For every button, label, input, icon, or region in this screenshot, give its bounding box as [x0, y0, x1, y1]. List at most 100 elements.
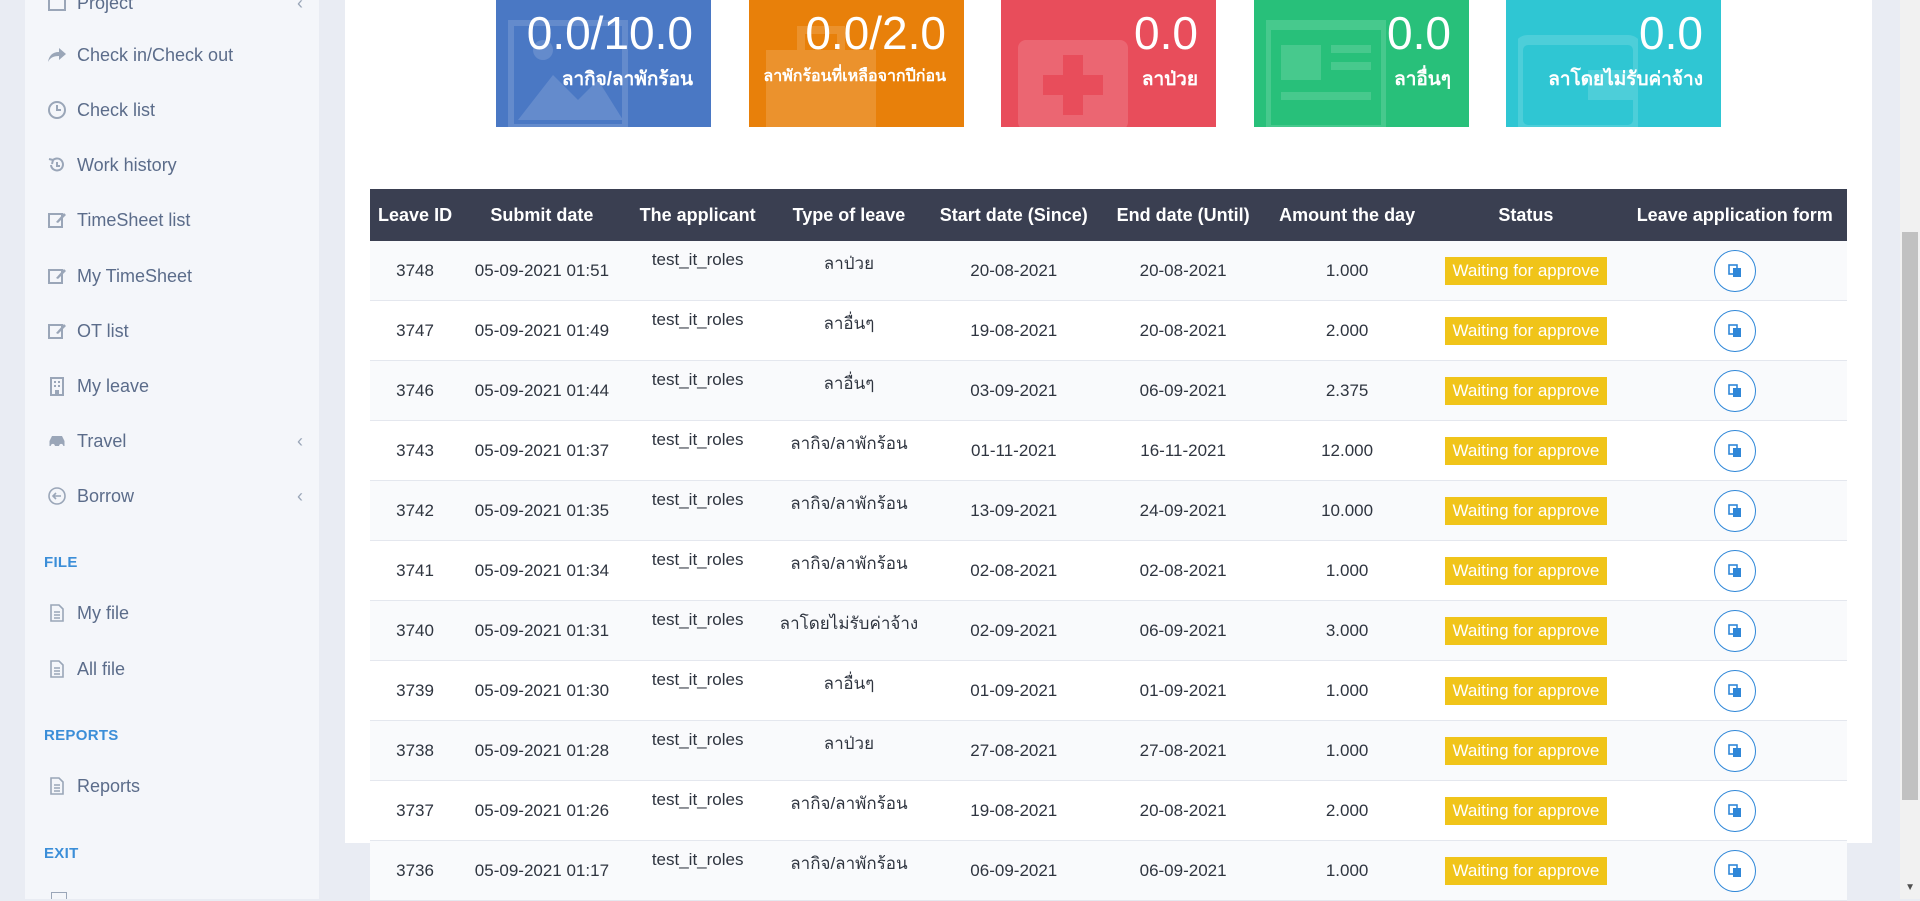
- leave-table: Leave ID Submit date The applicant Type …: [370, 189, 1847, 901]
- cell-id: 3748: [370, 241, 461, 301]
- copy-document-icon: [1727, 263, 1741, 277]
- column-header[interactable]: Type of leave: [772, 189, 927, 241]
- leave-form-button[interactable]: [1713, 429, 1756, 472]
- sidebar-item-check-list[interactable]: Check list: [45, 95, 155, 125]
- sidebar-item-reports[interactable]: Reports: [45, 771, 140, 801]
- copy-document-icon: [1727, 443, 1741, 457]
- leave-form-button[interactable]: [1713, 849, 1756, 892]
- cell-type: ลากิจ/ลาพักร้อน: [771, 540, 927, 601]
- column-header[interactable]: Amount the day: [1265, 189, 1429, 241]
- cell-applicant: test_it_roles: [623, 420, 772, 481]
- column-header[interactable]: Submit date: [460, 189, 624, 241]
- status-badge: Waiting for approve: [1444, 556, 1608, 585]
- status-badge: Waiting for approve: [1444, 496, 1608, 525]
- cell-start: 06-09-2021: [926, 840, 1102, 901]
- scrollbar-thumb[interactable]: [1902, 232, 1918, 800]
- cell-end: 02-08-2021: [1101, 540, 1265, 601]
- cell-submit: 05-09-2021 01:44: [460, 360, 624, 421]
- cell-id: 3736: [370, 840, 461, 901]
- cell-id: 3747: [370, 300, 461, 361]
- cell-status: Waiting for approve: [1429, 480, 1623, 541]
- copy-document-icon: [1727, 623, 1741, 637]
- leave-form-button[interactable]: [1713, 729, 1756, 772]
- section-title-reports: REPORTS: [44, 727, 119, 744]
- sidebar-item-all-file[interactable]: All file: [45, 654, 125, 684]
- leave-form-button[interactable]: [1713, 609, 1756, 652]
- sidebar-item-my-leave[interactable]: My leave: [45, 371, 149, 401]
- status-badge: Waiting for approve: [1444, 736, 1608, 765]
- leave-form-button[interactable]: [1713, 249, 1756, 292]
- edit-icon: [45, 319, 69, 343]
- section-title-exit: EXIT: [44, 845, 79, 862]
- sidebar-item-project[interactable]: Project ‹: [45, 0, 303, 18]
- card-value: 0.0: [1639, 7, 1703, 59]
- table-header-row: Leave ID Submit date The applicant Type …: [370, 189, 1847, 241]
- cell-amount: 1.000: [1264, 660, 1430, 721]
- leave-form-button[interactable]: [1713, 369, 1756, 412]
- leave-form-button[interactable]: [1713, 489, 1756, 532]
- cell-id: 3738: [370, 720, 461, 781]
- card-value: 0.0/2.0: [805, 7, 946, 59]
- copy-document-icon: [1727, 383, 1741, 397]
- sidebar-item-borrow[interactable]: Borrow ‹: [45, 481, 303, 511]
- cell-amount: 2.375: [1264, 360, 1430, 421]
- cell-start: 03-09-2021: [926, 360, 1102, 421]
- cell-submit: 05-09-2021 01:35: [460, 480, 624, 541]
- table-row: 3748 05-09-2021 01:51 test_it_roles ลาป่วย 2…: [370, 241, 1847, 301]
- cell-form: [1622, 360, 1847, 421]
- sidebar-item-label: Project: [77, 0, 134, 13]
- sidebar-item-timesheet-list[interactable]: TimeSheet list: [45, 205, 190, 235]
- leave-form-button[interactable]: [1713, 549, 1756, 592]
- sidebar-item-work-history[interactable]: Work history: [45, 150, 177, 180]
- sidebar-item-ot-list[interactable]: OT list: [45, 316, 129, 346]
- column-header[interactable]: Status: [1429, 189, 1622, 241]
- column-header[interactable]: Leave application form: [1622, 189, 1847, 241]
- column-header[interactable]: The applicant: [624, 189, 772, 241]
- column-header[interactable]: Leave ID: [370, 189, 460, 241]
- copy-document-icon: [1727, 323, 1741, 337]
- cell-form: [1622, 600, 1847, 661]
- cell-status: Waiting for approve: [1429, 840, 1623, 901]
- cell-submit: 05-09-2021 01:34: [460, 540, 624, 601]
- leave-form-button[interactable]: [1713, 669, 1756, 712]
- vertical-scrollbar[interactable]: ▼: [1900, 0, 1920, 899]
- column-header[interactable]: End date (Until): [1101, 189, 1265, 241]
- scroll-down-arrow-icon[interactable]: ▼: [1905, 882, 1915, 893]
- cell-start: 20-08-2021: [926, 241, 1102, 301]
- card-value: 0.0: [1387, 7, 1451, 59]
- card-sick-leave: 0.0 ลาป่วย: [1001, 0, 1216, 127]
- cell-form: [1622, 840, 1847, 901]
- cell-start: 27-08-2021: [926, 720, 1102, 781]
- leave-form-button[interactable]: [1713, 309, 1756, 352]
- status-badge: Waiting for approve: [1444, 796, 1608, 825]
- sidebar-item-label: OT list: [77, 320, 129, 341]
- cell-end: 20-08-2021: [1101, 780, 1265, 841]
- exit-icon: [51, 892, 67, 899]
- cell-form: [1622, 420, 1847, 481]
- card-unpaid-leave: 0.0 ลาโดยไม่รับค่าจ้าง: [1506, 0, 1721, 127]
- table-row: 3742 05-09-2021 01:35 test_it_roles ลากิจ/ล…: [370, 480, 1847, 541]
- table-row: 3741 05-09-2021 01:34 test_it_roles ลากิจ/ล…: [370, 540, 1847, 601]
- status-badge: Waiting for approve: [1444, 376, 1608, 405]
- cell-end: 06-09-2021: [1101, 840, 1265, 901]
- sidebar-item-check-in[interactable]: Check in/Check out: [45, 40, 233, 70]
- cell-applicant: test_it_roles: [623, 600, 772, 661]
- cell-id: 3739: [370, 660, 461, 721]
- status-badge: Waiting for approve: [1444, 616, 1608, 645]
- cell-form: [1622, 780, 1847, 841]
- card-other-leave: 0.0 ลาอื่นๆ: [1254, 0, 1469, 127]
- cell-applicant: test_it_roles: [623, 660, 772, 721]
- column-header[interactable]: Start date (Since): [926, 189, 1101, 241]
- edit-icon: [45, 264, 69, 288]
- chevron-left-icon: ‹: [297, 430, 303, 451]
- sidebar-item-label: My leave: [77, 375, 150, 396]
- arrow-circle-icon: [45, 484, 69, 508]
- sidebar-item-my-file[interactable]: My file: [45, 598, 129, 628]
- sidebar-item-my-timesheet[interactable]: My TimeSheet: [45, 261, 192, 291]
- cell-form: [1622, 540, 1847, 601]
- chevron-left-icon: ‹: [297, 485, 303, 506]
- sidebar-item-travel[interactable]: Travel ‹: [45, 426, 303, 456]
- leave-form-button[interactable]: [1713, 789, 1756, 832]
- chevron-left-icon: ‹: [297, 0, 303, 13]
- newspaper-icon: [1266, 20, 1386, 127]
